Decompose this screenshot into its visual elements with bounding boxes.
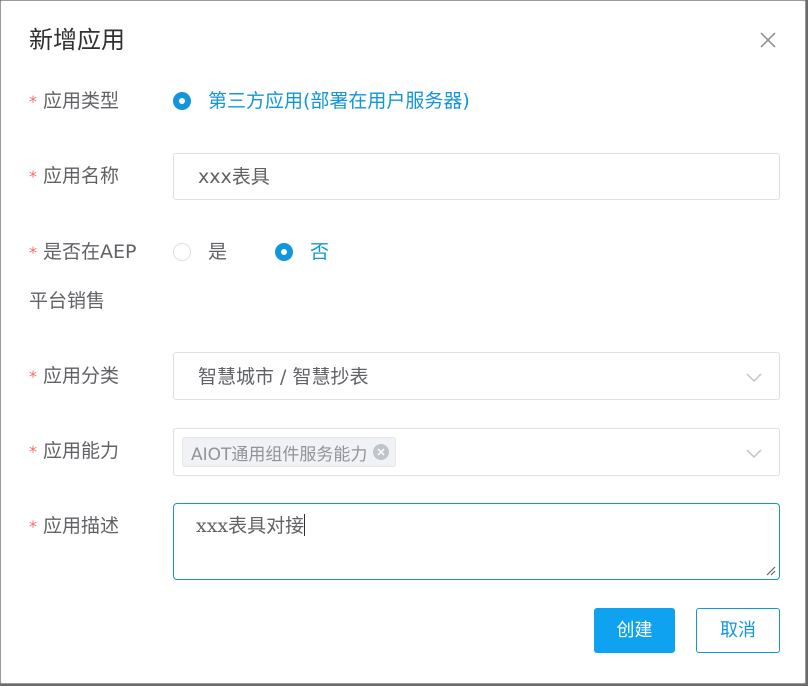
capability-tag-label: AIOT通用组件服务能力 <box>191 444 368 465</box>
description-label: * 应用描述 <box>29 512 119 541</box>
app-name-label-text: 应用名称 <box>43 165 120 187</box>
capability-label: * 应用能力 <box>29 437 119 466</box>
description-value: xxx表具对接 <box>196 512 306 540</box>
close-icon[interactable] <box>756 28 780 52</box>
chevron-down-icon <box>746 373 762 383</box>
app-type-label: * 应用类型 <box>29 87 119 116</box>
chevron-down-icon <box>746 449 762 459</box>
capability-multi-select[interactable]: AIOT通用组件服务能力 <box>173 428 780 476</box>
description-textarea[interactable]: xxx表具对接 <box>173 503 780 580</box>
resize-handle-icon[interactable] <box>764 564 776 576</box>
radio-label: 是 <box>208 241 228 263</box>
required-mark: * <box>29 517 37 536</box>
aep-sale-label-line1: 是否在AEP <box>43 241 137 263</box>
dialog-title: 新增应用 <box>29 26 125 54</box>
description-text: xxx表具对接 <box>196 515 305 537</box>
text-caret <box>304 514 306 536</box>
required-mark: * <box>29 167 37 186</box>
required-mark: * <box>29 442 37 461</box>
capability-tag: AIOT通用组件服务能力 <box>182 437 397 467</box>
capability-label-text: 应用能力 <box>43 440 120 462</box>
radio-third-party-app[interactable]: 第三方应用(部署在用户服务器) <box>173 87 470 115</box>
new-app-dialog: 新增应用 * 应用类型 第三方应用(部署在用户服务器) * 应用名称 xxx表具 *… <box>0 0 806 684</box>
app-name-label: * 应用名称 <box>29 162 119 191</box>
aep-sale-label-line2: 平台销售 <box>29 290 106 312</box>
radio-dot-checked <box>275 243 293 261</box>
app-name-input[interactable]: xxx表具 <box>173 153 780 200</box>
radio-label: 否 <box>310 241 330 263</box>
aep-sale-label: * 是否在AEP <box>29 238 136 267</box>
category-select[interactable]: 智慧城市 / 智慧抄表 <box>173 352 780 400</box>
tag-close-icon[interactable] <box>373 444 390 460</box>
category-label: * 应用分类 <box>29 362 119 391</box>
radio-no[interactable]: 否 <box>275 238 329 266</box>
description-label-text: 应用描述 <box>43 515 120 537</box>
cancel-button[interactable]: 取消 <box>696 608 780 653</box>
category-value: 智慧城市 / 智慧抄表 <box>198 366 369 388</box>
radio-label: 第三方应用(部署在用户服务器) <box>208 90 470 112</box>
required-mark: * <box>29 243 37 262</box>
app-type-label-text: 应用类型 <box>43 90 120 112</box>
radio-dot-unchecked <box>173 243 191 261</box>
required-mark: * <box>29 367 37 386</box>
radio-yes[interactable]: 是 <box>173 238 227 266</box>
category-label-text: 应用分类 <box>43 365 120 387</box>
app-name-value: xxx表具 <box>198 166 270 188</box>
create-button[interactable]: 创建 <box>594 608 675 653</box>
radio-dot-checked <box>173 92 191 110</box>
required-mark: * <box>29 92 37 111</box>
